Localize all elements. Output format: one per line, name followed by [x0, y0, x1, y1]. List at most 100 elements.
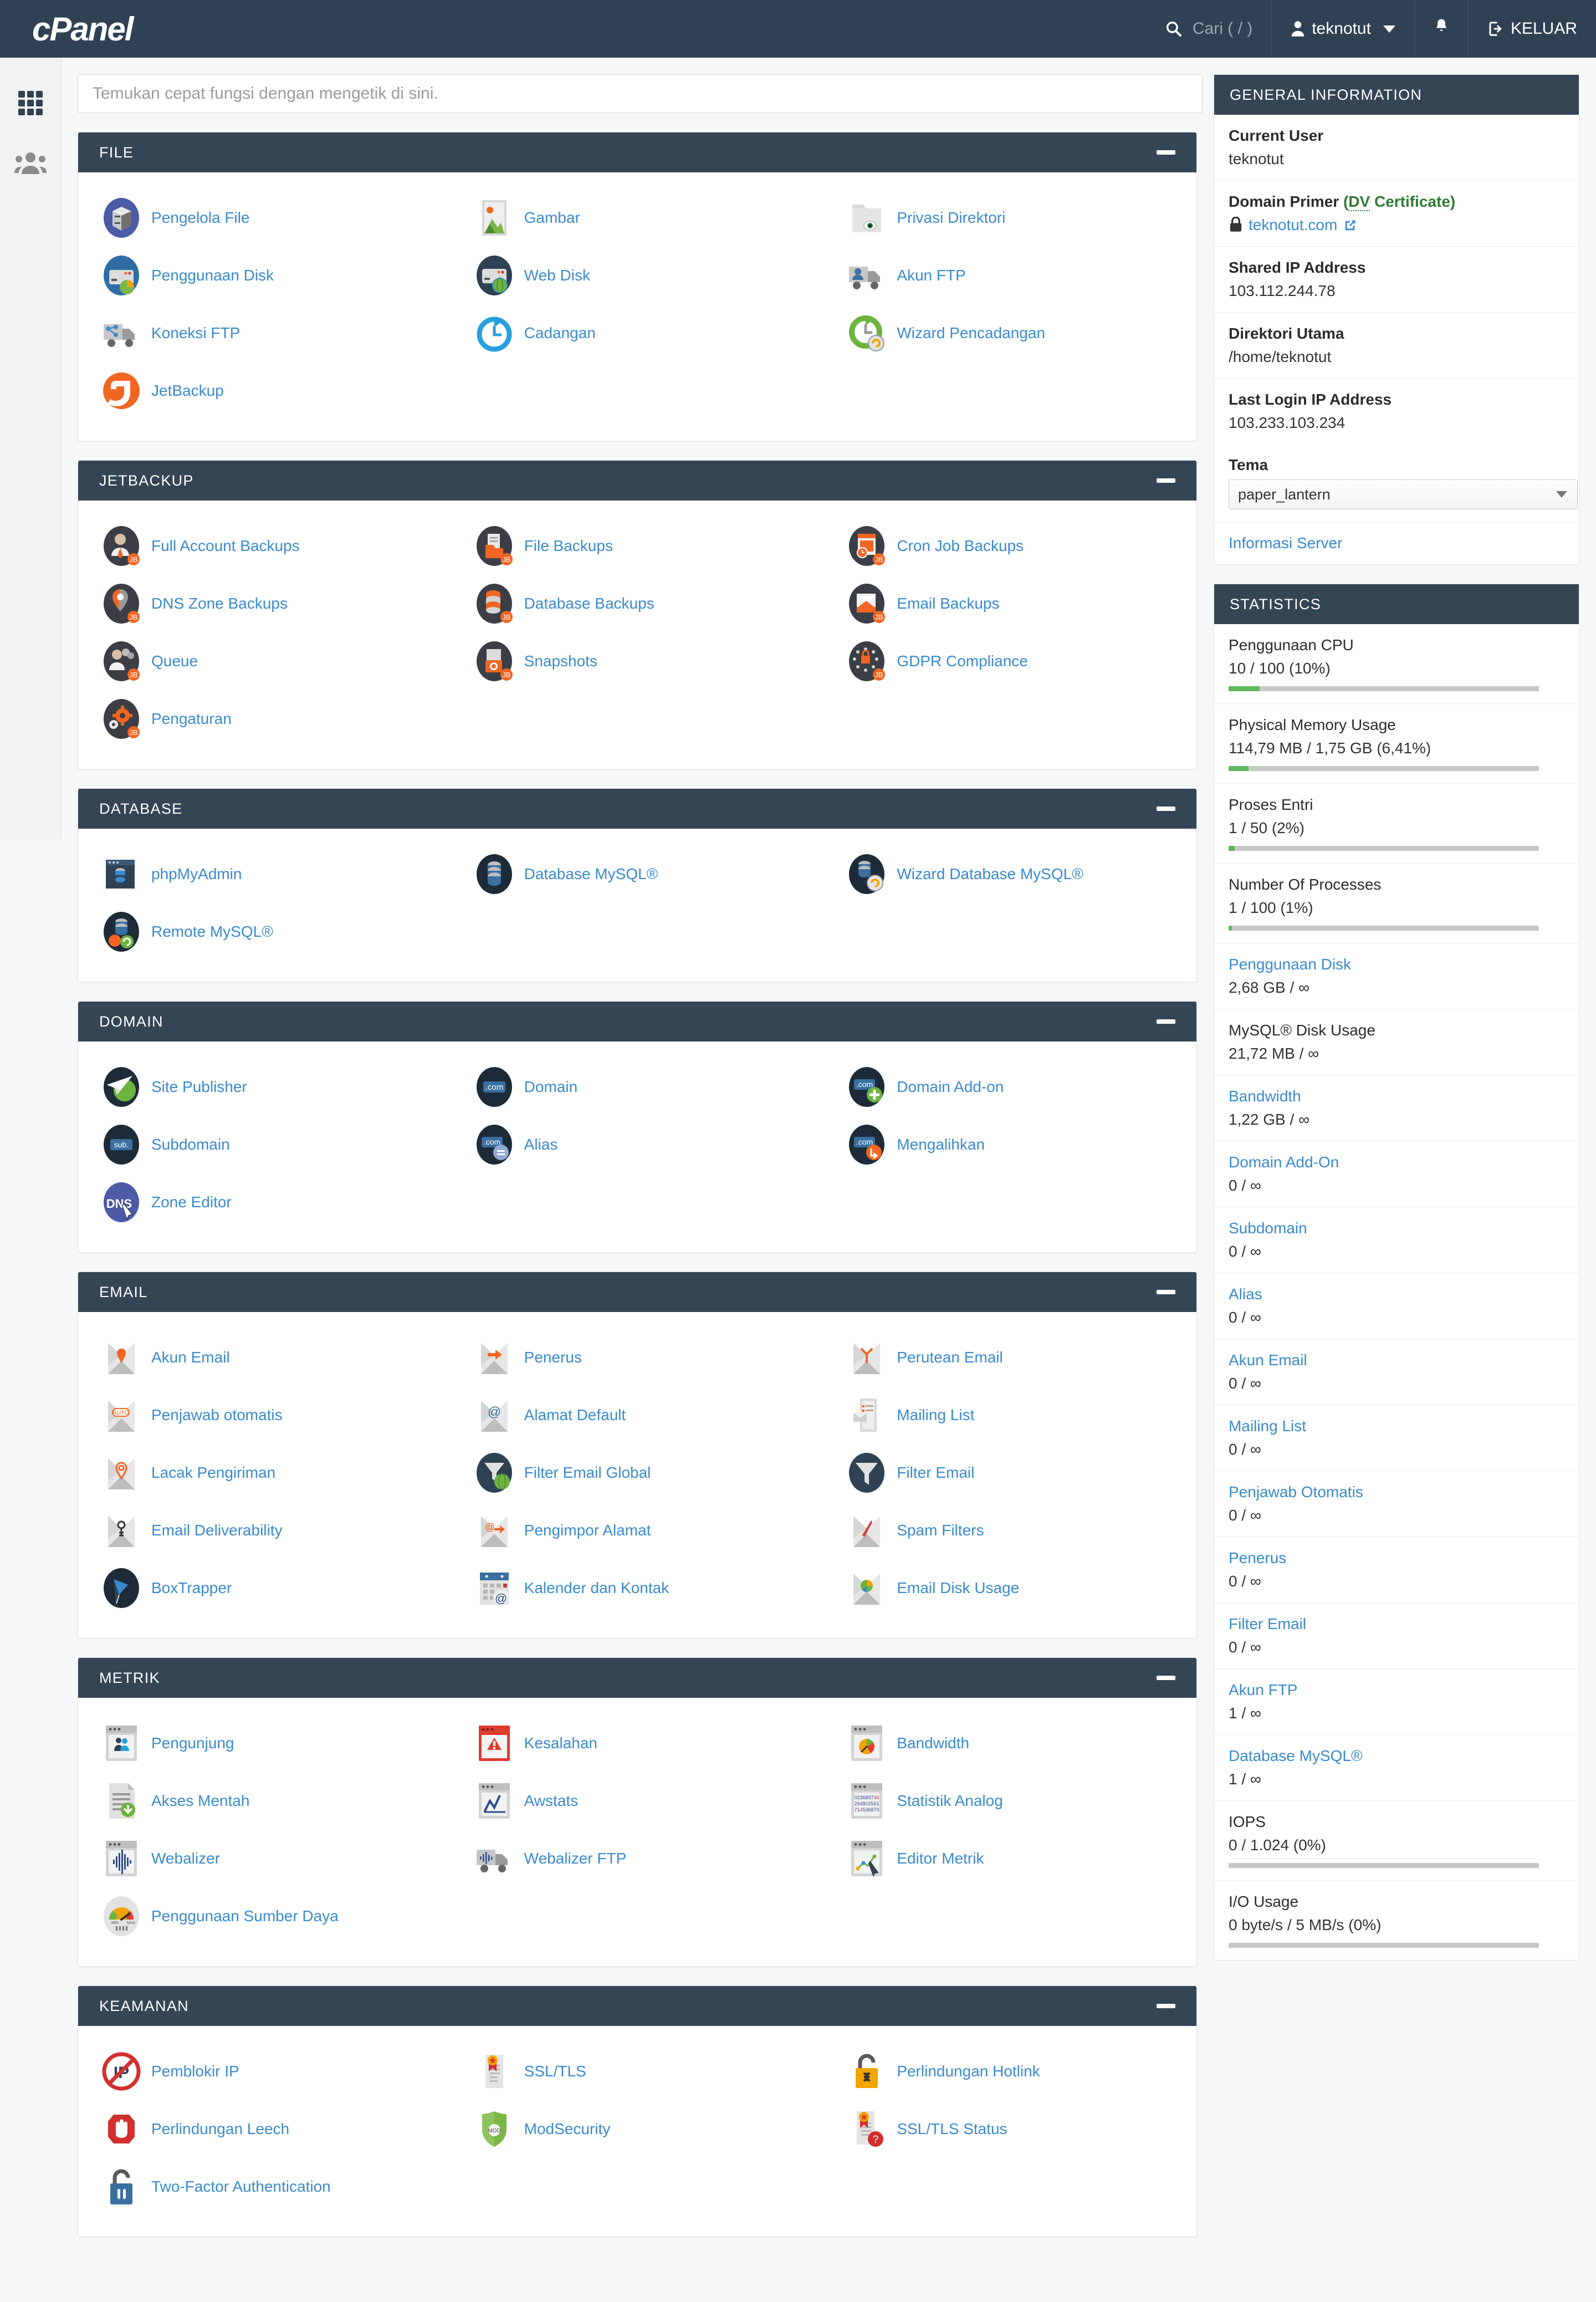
statistics-label-wrap[interactable]: Penggunaan Disk	[1229, 956, 1564, 973]
tool-item[interactable]: Penggunaan Disk	[78, 247, 451, 304]
statistics-label-wrap[interactable]: Penerus	[1229, 1549, 1564, 1567]
tool-item[interactable]: Mailing List	[823, 1386, 1196, 1444]
tool-item[interactable]: Wizard Pencadangan	[823, 304, 1196, 362]
tool-item[interactable]: sub. Subdomain	[78, 1116, 451, 1173]
tool-item[interactable]: Kesalahan	[451, 1714, 824, 1772]
collapse-section-button[interactable]	[1157, 478, 1175, 483]
collapse-section-button[interactable]	[1157, 1290, 1175, 1294]
tool-item[interactable]: Perlindungan Hotlink	[823, 2043, 1196, 2100]
cpanel-logo[interactable]: cPanel	[32, 10, 134, 48]
statistics-label[interactable]: Mailing List	[1229, 1417, 1306, 1435]
statistics-label[interactable]: Akun Email	[1229, 1351, 1307, 1369]
tool-item[interactable]: DNS Zone Editor	[78, 1173, 451, 1231]
tool-item[interactable]: Spam Filters	[823, 1502, 1196, 1559]
statistics-label[interactable]: Bandwidth	[1229, 1088, 1301, 1105]
tool-item[interactable]: AUTO Penjawab otomatis	[78, 1386, 451, 1444]
tool-item[interactable]: Perutean Email	[823, 1329, 1196, 1386]
tool-item[interactable]: Email Disk Usage	[823, 1559, 1196, 1617]
statistics-label-wrap[interactable]: Filter Email	[1229, 1615, 1564, 1633]
tool-item[interactable]: Awstats	[451, 1772, 824, 1830]
tool-item[interactable]: Database MySQL®	[451, 845, 824, 903]
statistics-label-wrap[interactable]: Alias	[1229, 1285, 1564, 1303]
statistics-label[interactable]: Akun FTP	[1229, 1681, 1297, 1698]
tool-item[interactable]: Filter Email Global	[451, 1444, 824, 1502]
logout-button[interactable]: KELUAR	[1467, 0, 1596, 58]
statistics-label[interactable]: Database MySQL®	[1229, 1747, 1363, 1764]
tool-item[interactable]: Email Deliverability	[78, 1502, 451, 1559]
tool-item[interactable]: .com Domain	[451, 1058, 824, 1116]
certificate-type-label[interactable]: (DV Certificate)	[1343, 193, 1455, 211]
tool-item[interactable]: SSL/TLS	[451, 2043, 824, 2100]
statistics-label-wrap[interactable]: Subdomain	[1229, 1219, 1564, 1237]
tool-item[interactable]: JB Full Account Backups	[78, 517, 451, 575]
tool-item[interactable]: IP Pemblokir IP	[78, 2043, 451, 2100]
sidebar-item-apps[interactable]	[0, 74, 60, 134]
sidebar-item-user-manager[interactable]	[0, 134, 60, 194]
tool-item[interactable]: Site Publisher	[78, 1058, 451, 1116]
tool-item[interactable]: Pengunjung	[78, 1714, 451, 1772]
tool-item[interactable]: BoxTrapper	[78, 1559, 451, 1617]
tool-item[interactable]: Wizard Database MySQL®	[823, 845, 1196, 903]
tool-item[interactable]: Akses Mentah	[78, 1772, 451, 1830]
tool-item[interactable]: Web Disk	[451, 247, 824, 304]
tool-item[interactable]: Privasi Direktori	[823, 189, 1196, 247]
statistics-label[interactable]: Filter Email	[1229, 1615, 1306, 1632]
tool-item[interactable]: Filter Email	[823, 1444, 1196, 1502]
statistics-label-wrap[interactable]: Bandwidth	[1229, 1088, 1564, 1105]
statistics-label-wrap[interactable]: Akun FTP	[1229, 1681, 1564, 1699]
tool-item[interactable]: Cadangan	[451, 304, 824, 362]
statistics-label[interactable]: Domain Add-On	[1229, 1153, 1339, 1171]
tool-item[interactable]: Penerus	[451, 1329, 824, 1386]
notifications-button[interactable]	[1414, 0, 1468, 58]
tool-item[interactable]: MIN MAX Penggunaan Sumber Daya	[78, 1887, 451, 1945]
header-search[interactable]: Cari ( / )	[1146, 0, 1271, 58]
collapse-section-button[interactable]	[1157, 1019, 1175, 1024]
statistics-label-wrap[interactable]: Domain Add-On	[1229, 1153, 1564, 1171]
tool-item[interactable]: JB Queue	[78, 632, 451, 690]
tool-item[interactable]: JB Email Backups	[823, 575, 1196, 632]
collapse-section-button[interactable]	[1157, 150, 1175, 155]
tool-item[interactable]: MOD ModSecurity	[451, 2100, 824, 2158]
tool-item[interactable]: @ Pengimpor Alamat	[451, 1502, 824, 1559]
collapse-section-button[interactable]	[1157, 2004, 1175, 2008]
tool-item[interactable]: JetBackup	[78, 362, 451, 420]
tool-item[interactable]: JB Snapshots	[451, 632, 824, 690]
collapse-section-button[interactable]	[1157, 807, 1175, 811]
statistics-label[interactable]: Alias	[1229, 1285, 1262, 1303]
statistics-label[interactable]: Penjawab Otomatis	[1229, 1483, 1363, 1500]
tool-item[interactable]: JB Cron Job Backups	[823, 517, 1196, 575]
tool-item[interactable]: Two-Factor Authentication	[78, 2158, 451, 2216]
tool-item[interactable]: 023689746 264802561 714536870 Statistik Ana…	[823, 1772, 1196, 1830]
server-information-link[interactable]: Informasi Server	[1229, 534, 1342, 552]
statistics-label[interactable]: Subdomain	[1229, 1219, 1307, 1237]
collapse-section-button[interactable]	[1157, 1676, 1175, 1680]
tool-item[interactable]: Pengelola File	[78, 189, 451, 247]
tool-item[interactable]: .com Domain Add-on	[823, 1058, 1196, 1116]
tool-item[interactable]: Webalizer FTP	[451, 1830, 824, 1887]
tool-item[interactable]: JB File Backups	[451, 517, 824, 575]
theme-select[interactable]: paper_lantern	[1229, 479, 1578, 509]
statistics-label-wrap[interactable]: Mailing List	[1229, 1417, 1564, 1435]
statistics-label-wrap[interactable]: Akun Email	[1229, 1351, 1564, 1369]
tool-item[interactable]: Akun FTP	[823, 247, 1196, 304]
tool-item[interactable]: JB Database Backups	[451, 575, 824, 632]
user-menu-button[interactable]: teknotut	[1271, 0, 1414, 58]
statistics-label[interactable]: Penggunaan Disk	[1229, 956, 1351, 973]
tool-item[interactable]: Gambar	[451, 189, 824, 247]
statistics-label[interactable]: Penerus	[1229, 1549, 1286, 1566]
tool-item[interactable]: .com Alias	[451, 1116, 824, 1173]
tool-item[interactable]: Lacak Pengiriman	[78, 1444, 451, 1502]
tool-item[interactable]: JB GDPR Compliance	[823, 632, 1196, 690]
tool-item[interactable]: Remote MySQL®	[78, 903, 451, 961]
tool-item[interactable]: ? SSL/TLS Status	[823, 2100, 1196, 2158]
tool-item[interactable]: Perlindungan Leech	[78, 2100, 451, 2158]
tool-item[interactable]: JB DNS Zone Backups	[78, 575, 451, 632]
tool-item[interactable]: Editor Metrik	[823, 1830, 1196, 1887]
statistics-label-wrap[interactable]: Penjawab Otomatis	[1229, 1483, 1564, 1501]
tool-item[interactable]: Bandwidth	[823, 1714, 1196, 1772]
search-input[interactable]: Temukan cepat fungsi dengan mengetik di …	[78, 74, 1203, 113]
tool-item[interactable]: JB Pengaturan	[78, 690, 451, 748]
tool-item[interactable]: Akun Email	[78, 1329, 451, 1386]
primary-domain-link[interactable]: teknotut.com	[1249, 216, 1337, 233]
tool-item[interactable]: Webalizer	[78, 1830, 451, 1887]
